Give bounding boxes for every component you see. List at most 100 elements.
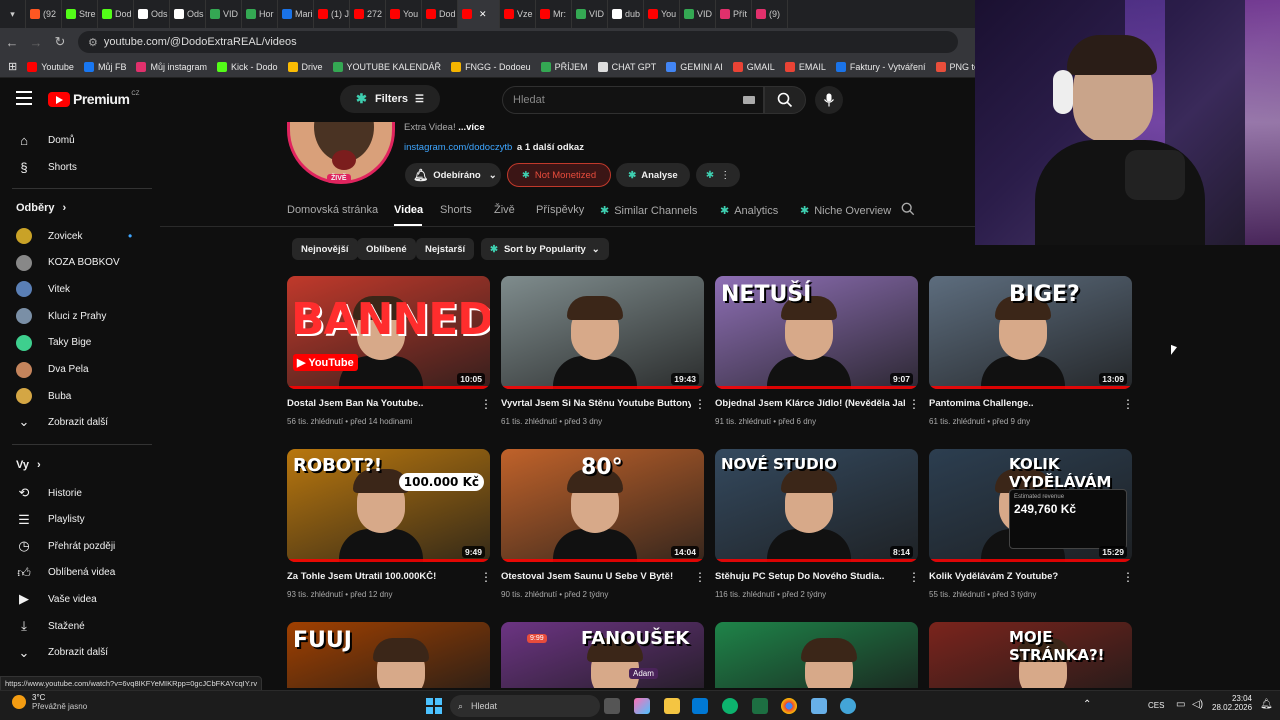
channel-search-icon[interactable]: [901, 202, 915, 221]
close-tab-icon[interactable]: ✕: [479, 9, 487, 20]
sidebar-item[interactable]: 👍︎ Oblíbená videa: [16, 565, 115, 581]
subscription-item[interactable]: Vitek: [16, 281, 70, 298]
bookmark-item[interactable]: PNG to PDF: [935, 61, 975, 72]
clock[interactable]: 23:04 28.02.2026: [1212, 694, 1252, 712]
channel-tab[interactable]: Příspěvky: [536, 204, 584, 216]
site-info-icon[interactable]: ⚙: [88, 36, 98, 49]
task-view-icon[interactable]: [604, 698, 620, 714]
edge-icon[interactable]: [722, 698, 738, 714]
video-menu-icon[interactable]: ⋮: [694, 571, 706, 583]
video-thumbnail[interactable]: FANOUŠEK 9:99 Adam: [501, 622, 704, 688]
tray-chevron-icon[interactable]: ⌃: [1083, 699, 1091, 710]
video-thumbnail[interactable]: 19:43: [501, 276, 704, 389]
volume-icon[interactable]: ◁): [1192, 699, 1203, 710]
browser-tab[interactable]: Dod: [422, 0, 458, 28]
channel-tab[interactable]: Živě: [494, 204, 515, 216]
browser-tab[interactable]: Mari: [278, 0, 314, 28]
sidebar-item-shorts[interactable]: § Shorts: [16, 159, 77, 175]
sort-by-popularity-dropdown[interactable]: ✱ Sort by Popularity ⌄: [481, 238, 609, 260]
bookmark-item[interactable]: Můj instagram: [136, 61, 207, 72]
extension-tab[interactable]: ✱ Niche Overview: [800, 204, 891, 218]
video-title[interactable]: Pantomima Challenge..: [929, 398, 1119, 409]
browser-tab[interactable]: Hor: [242, 0, 278, 28]
bookmark-item[interactable]: Faktury - Vytváření: [835, 61, 926, 72]
subscription-item[interactable]: Buba: [16, 388, 71, 405]
video-menu-icon[interactable]: ⋮: [694, 398, 706, 410]
video-menu-icon[interactable]: ⋮: [480, 398, 492, 410]
sort-chip[interactable]: Nejstarší: [416, 238, 475, 260]
excel-icon[interactable]: [752, 698, 768, 714]
sidebar-item[interactable]: ◷ Přehrát později: [16, 538, 115, 554]
weather-widget[interactable]: 3°C Převážně jasno: [12, 693, 87, 711]
apps-icon[interactable]: ⊞: [8, 60, 17, 73]
channel-tab[interactable]: Shorts: [440, 204, 472, 216]
bookmark-item[interactable]: FNGG - Dodoeu: [451, 61, 531, 72]
channel-tab[interactable]: Domovská stránka: [287, 204, 378, 216]
search-input[interactable]: Hledat: [502, 86, 764, 114]
browser-tab[interactable]: Vze: [500, 0, 536, 28]
video-thumbnail[interactable]: 80° 14:04: [501, 449, 704, 562]
sidebar-item[interactable]: ▶ Vaše videa: [16, 591, 97, 607]
bookmark-item[interactable]: CHAT GPT: [597, 61, 656, 72]
browser-tab[interactable]: Ods: [134, 0, 170, 28]
browser-tab[interactable]: (1) J: [314, 0, 350, 28]
video-thumbnail[interactable]: NOVÉ STUDIO 8:14: [715, 449, 918, 562]
menu-icon[interactable]: [16, 91, 32, 105]
analyse-button[interactable]: ✱ Analyse: [616, 163, 690, 187]
start-button[interactable]: [426, 698, 442, 714]
app-icon[interactable]: [840, 698, 856, 714]
description-more[interactable]: ...více: [458, 122, 484, 133]
video-menu-icon[interactable]: ⋮: [908, 398, 920, 410]
search-button[interactable]: [764, 86, 806, 114]
browser-tab[interactable]: VID: [572, 0, 608, 28]
video-title[interactable]: Dostal Jsem Ban Na Youtube..: [287, 398, 477, 409]
browser-tab[interactable]: You: [386, 0, 422, 28]
outlook-icon[interactable]: [692, 698, 708, 714]
browser-tab[interactable]: VID: [206, 0, 242, 28]
back-icon[interactable]: ←: [0, 35, 24, 50]
sidebar-item[interactable]: ⟲ Historie: [16, 485, 82, 501]
language-indicator[interactable]: CES: [1148, 701, 1164, 710]
sort-chip[interactable]: Nejnovější: [292, 238, 358, 260]
extension-tab[interactable]: ✱ Analytics: [720, 204, 778, 218]
sidebar-item-home[interactable]: ⌂ Domů: [16, 132, 75, 148]
bookmark-item[interactable]: Kick - Dodo: [216, 61, 278, 72]
video-thumbnail[interactable]: ROBOT?! 100.000 Kč 9:49: [287, 449, 490, 562]
video-thumbnail[interactable]: [715, 622, 918, 688]
video-menu-icon[interactable]: ⋮: [1122, 398, 1134, 410]
video-menu-icon[interactable]: ⋮: [1122, 571, 1134, 583]
network-icon[interactable]: ▭: [1176, 699, 1185, 710]
bookmark-item[interactable]: PŘÍJEM: [540, 61, 588, 72]
subscription-item[interactable]: Taky Bige: [16, 334, 91, 351]
forward-icon[interactable]: →: [24, 35, 48, 50]
bookmark-item[interactable]: YOUTUBE KALENDÁŘ: [332, 61, 441, 72]
reload-icon[interactable]: ↻: [48, 34, 72, 50]
browser-tab[interactable]: Dod: [98, 0, 134, 28]
instagram-link[interactable]: instagram.com/dodoczytb: [404, 142, 512, 153]
browser-tab[interactable]: VID: [680, 0, 716, 28]
subscription-item[interactable]: Zovicek •: [16, 228, 132, 244]
more-links[interactable]: a 1 další odkaz: [517, 142, 584, 153]
youtube-logo[interactable]: Premium CZ: [48, 91, 139, 107]
bookmark-item[interactable]: EMAIL: [784, 61, 826, 72]
channel-description[interactable]: Extra Videa! ...více: [404, 122, 485, 133]
browser-tab[interactable]: (9): [752, 0, 788, 28]
sidebar-item[interactable]: ⤓ Stažené: [16, 618, 85, 634]
notification-bell-icon[interactable]: 🔔︎: [1260, 699, 1273, 710]
file-explorer-icon[interactable]: [664, 698, 680, 714]
browser-tab[interactable]: Přít: [716, 0, 752, 28]
sidebar-item[interactable]: ⌄ Zobrazit další: [16, 645, 108, 661]
tab-list-button[interactable]: ▾: [0, 0, 26, 28]
extension-tab[interactable]: ✱ Similar Channels: [600, 204, 697, 218]
subscription-item[interactable]: Dva Pela: [16, 361, 89, 378]
bookmark-item[interactable]: Youtube: [27, 61, 74, 72]
url-field[interactable]: ⚙ youtube.com/@DodoExtraREAL/videos: [78, 31, 958, 53]
browser-tab[interactable]: (92: [26, 0, 62, 28]
you-header[interactable]: Vy ›: [16, 459, 41, 471]
video-title[interactable]: Otestoval Jsem Saunu U Sebe V Bytě!: [501, 571, 691, 582]
taskbar-search[interactable]: ⌕ Hledat: [450, 695, 600, 717]
browser-tab[interactable]: Ods: [170, 0, 206, 28]
channel-tab[interactable]: Videa: [394, 204, 423, 216]
subscribed-button[interactable]: 🔔︎ Odebíráno ⌄: [405, 163, 501, 187]
bookmark-item[interactable]: Můj FB: [83, 61, 126, 72]
